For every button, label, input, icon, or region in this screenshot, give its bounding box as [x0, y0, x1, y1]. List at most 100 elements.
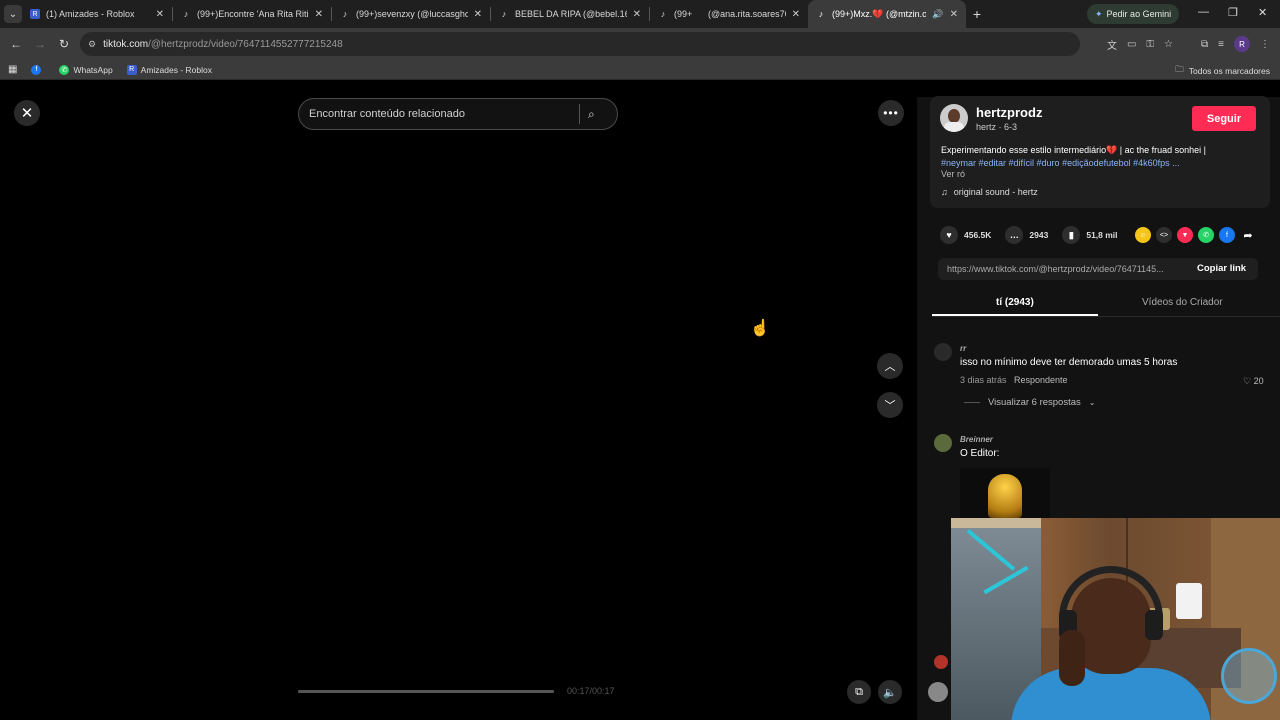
restore-icon[interactable]: ❐: [1228, 6, 1238, 19]
address-bar[interactable]: ⚙ tiktok.com/@hertzprodz/video/764711455…: [80, 32, 1080, 56]
embed-icon[interactable]: <>: [1156, 227, 1172, 243]
extensions-icon[interactable]: ⧉: [1201, 39, 1208, 50]
whatsapp-share-icon[interactable]: ✆: [1198, 227, 1214, 243]
close-tab-icon[interactable]: ✕: [950, 9, 958, 20]
bookmark-icon: ▮: [1062, 226, 1081, 244]
follow-button[interactable]: Seguir: [1192, 106, 1256, 131]
comment-username[interactable]: rr: [960, 344, 966, 353]
more-options-button[interactable]: •••: [878, 100, 904, 126]
tab-search-menu-icon[interactable]: ⌄: [4, 5, 22, 23]
bookmark-roblox[interactable]: R Amizades - Roblox: [126, 64, 213, 75]
webcam-headset-ear: [1145, 610, 1163, 640]
password-key-icon[interactable]: ⚿: [1146, 39, 1154, 50]
floating-player-icon: ⧉: [855, 685, 863, 698]
webcam-fan: [1221, 648, 1277, 704]
apps-grid-icon[interactable]: ▦: [8, 64, 17, 75]
facebook-share-icon[interactable]: f: [1219, 227, 1235, 243]
tab-title: (99+)sevenzxy (@luccasghost0: [356, 9, 468, 19]
video-link-text: https://www.tiktok.com/@hertzprodz/video…: [947, 264, 1164, 274]
view-replies-button[interactable]: Visualizar 6 respostas ⌄: [964, 397, 1095, 408]
share-arrow-icon[interactable]: ➦: [1240, 227, 1256, 243]
forward-icon[interactable]: →: [28, 37, 52, 51]
description-hashtags[interactable]: #neymar #editar #difícil #duro #ediçãode…: [941, 157, 1261, 170]
browser-tab-encontre[interactable]: ♪ (99+)Encontre 'Ana Rita Ritinha ✕: [173, 0, 331, 28]
video-player[interactable]: [0, 97, 917, 720]
gemini-button[interactable]: ✦ Pedir ao Gemini: [1087, 4, 1180, 24]
window-close-icon[interactable]: ✕: [1258, 6, 1267, 19]
comment-button[interactable]: … 2943: [1005, 226, 1048, 244]
search-icon[interactable]: ⌕: [588, 107, 595, 122]
video-progress-bar[interactable]: [298, 690, 554, 693]
browser-menu-icon[interactable]: ⋮: [1260, 39, 1270, 50]
search-divider: [579, 104, 580, 124]
creator-username[interactable]: hertzprodz: [976, 105, 1042, 120]
like-button[interactable]: ♥ 456.5K: [940, 226, 991, 244]
save-button[interactable]: ▮ 51,8 mil: [1062, 226, 1118, 244]
sound-link[interactable]: ♫ original sound - hertz: [941, 187, 1038, 197]
comment-gif-image[interactable]: [960, 468, 1050, 518]
copy-link-button[interactable]: Copiar link: [1197, 263, 1246, 274]
browser-tab-99[interactable]: ♪ (99+): [650, 0, 700, 28]
comment-avatar[interactable]: [934, 434, 952, 452]
speaker-icon[interactable]: 🔊: [932, 9, 943, 20]
volume-button[interactable]: 🔈: [878, 680, 902, 704]
close-tab-icon[interactable]: ✕: [792, 9, 800, 20]
webcam-overlay: [951, 518, 1280, 720]
browser-tab-sevenzxy[interactable]: ♪ (99+)sevenzxy (@luccasghost0 ✕: [332, 0, 490, 28]
volume-icon: 🔈: [883, 686, 897, 699]
view-replies-label: Visualizar 6 respostas: [988, 397, 1081, 408]
media-controls-icon[interactable]: ≡: [1218, 39, 1224, 50]
current-user-avatar[interactable]: [928, 682, 948, 702]
related-search-input[interactable]: [309, 108, 579, 120]
description-text: Experimentando esse estilo intermediário…: [941, 145, 1207, 155]
close-icon: ✕: [20, 105, 34, 122]
folder-icon: 🗀: [1175, 64, 1184, 74]
bookmark-facebook[interactable]: f: [31, 64, 45, 75]
previous-video-button[interactable]: ︿: [877, 353, 903, 379]
tab-title: (99+)Encontre 'Ana Rita Ritinha: [197, 9, 309, 19]
browser-tab-bebel[interactable]: ♪ BEBEL DA RIPA (@bebel.162) | T ✕: [491, 0, 649, 28]
repost-icon[interactable]: ☺: [1135, 227, 1151, 243]
bookmark-label: Amizades - Roblox: [140, 64, 213, 75]
back-icon[interactable]: ←: [4, 37, 28, 51]
bookmark-label: WhatsApp: [73, 64, 113, 75]
webcam-person-hand: [1059, 630, 1085, 686]
comment-avatar[interactable]: [934, 655, 948, 669]
site-info-icon[interactable]: ⚙: [88, 39, 96, 50]
comment-like[interactable]: ♡ 20: [1243, 376, 1264, 387]
webcam-person-shirt: [1011, 668, 1211, 720]
heart-icon: ♥: [940, 226, 958, 244]
see-more-link[interactable]: Ver ró: [941, 169, 965, 179]
floating-player-button[interactable]: ⧉: [847, 680, 871, 704]
comment-like-count: 20: [1253, 376, 1264, 386]
related-search-box[interactable]: ⌕: [298, 98, 618, 130]
close-tab-icon[interactable]: ✕: [633, 9, 641, 20]
translate-icon[interactable]: 文: [1107, 37, 1117, 52]
tab-comments[interactable]: tí (2943): [996, 297, 1034, 308]
close-tab-icon[interactable]: ✕: [474, 9, 482, 20]
close-tab-icon[interactable]: ✕: [315, 9, 323, 20]
send-to-friends-icon[interactable]: ▼: [1177, 227, 1193, 243]
browser-tab-mtzin-active[interactable]: ♪ (99+)Mxz.💔 (@mtzin.ofici 🔊 ✕: [808, 0, 966, 28]
new-tab-button[interactable]: +: [966, 6, 988, 22]
next-video-button[interactable]: ﹀: [877, 392, 903, 418]
comment-username[interactable]: Breinner: [960, 435, 993, 444]
close-tab-icon[interactable]: ✕: [156, 9, 164, 20]
close-video-button[interactable]: ✕: [14, 100, 40, 126]
comment-time: 3 dias atrás: [960, 375, 1007, 385]
bookmark-whatsapp[interactable]: ✆ WhatsApp: [59, 64, 113, 75]
browser-tab-roblox[interactable]: R (1) Amizades - Roblox ✕: [22, 0, 172, 28]
browser-tab-ana-rita[interactable]: (@ana.rita.soares76) ✕: [700, 0, 808, 28]
reply-link[interactable]: Respondente: [1014, 375, 1068, 385]
bookmark-star-icon[interactable]: ☆: [1164, 39, 1173, 50]
comment-avatar[interactable]: [934, 343, 952, 361]
minimize-icon[interactable]: —: [1198, 6, 1209, 18]
all-bookmarks-button[interactable]: 🗀 Todos os marcadores: [1175, 64, 1270, 78]
video-time: 00:17/00:17: [567, 686, 615, 696]
reload-icon[interactable]: ↻: [52, 37, 76, 51]
profile-avatar[interactable]: R: [1234, 36, 1250, 52]
creator-avatar[interactable]: [940, 104, 968, 132]
tab-creator-videos[interactable]: Vídeos do Criador: [1142, 297, 1223, 308]
facebook-icon: f: [31, 64, 42, 75]
cast-icon[interactable]: ▭: [1127, 39, 1136, 50]
